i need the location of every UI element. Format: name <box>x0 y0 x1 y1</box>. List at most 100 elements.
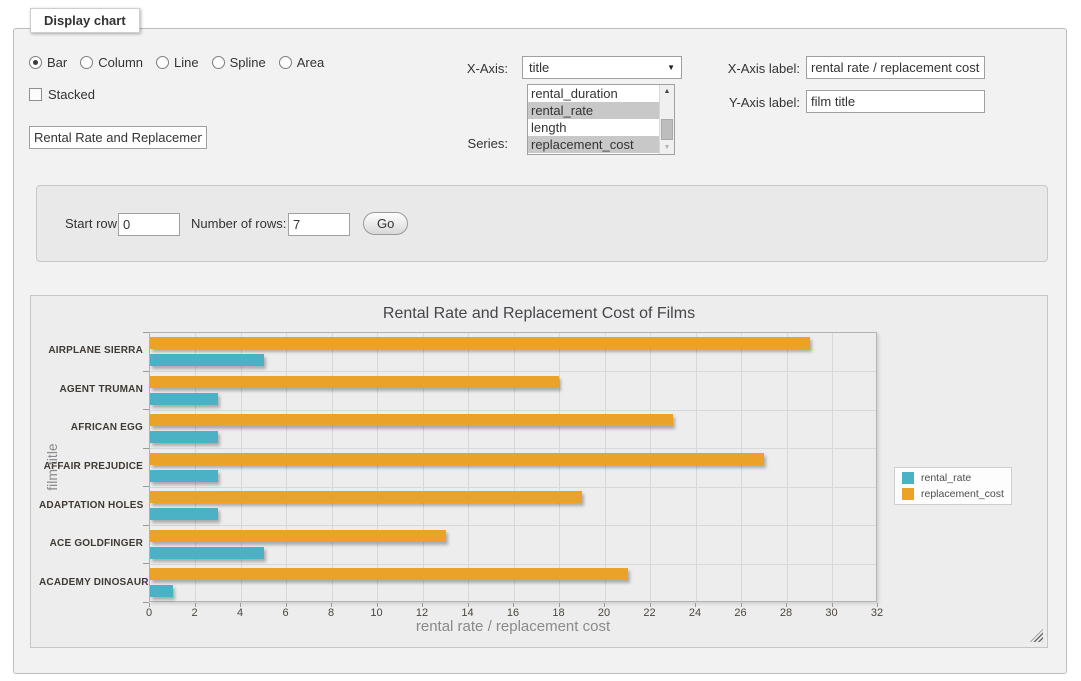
bar-row <box>150 372 876 411</box>
radio-line[interactable]: Line <box>156 55 199 70</box>
radio-label: Bar <box>47 55 67 70</box>
series-option-rental_duration[interactable]: rental_duration <box>528 85 659 102</box>
scrollbar-thumb[interactable] <box>661 119 673 140</box>
chevron-down-icon: ▼ <box>667 63 675 72</box>
x-axis-title: rental rate / replacement cost <box>149 618 877 635</box>
stacked-label: Stacked <box>48 87 95 102</box>
radio-label: Spline <box>230 55 266 70</box>
bar-row <box>150 333 876 372</box>
x-tick-mark <box>604 603 605 607</box>
x-tick-mark <box>741 603 742 607</box>
resize-handle-icon[interactable] <box>1030 629 1043 642</box>
num-rows-label: Number of rows: <box>191 216 286 232</box>
radio-icon <box>80 56 93 69</box>
page: Display chart Bar Column Line Spline Area St… <box>0 0 1081 681</box>
bar-rental_rate <box>150 547 264 559</box>
series-options: rental_durationrental_ratelengthreplacem… <box>528 85 659 154</box>
bar-rental_rate <box>150 508 218 520</box>
chart-legend: rental_ratereplacement_cost <box>894 467 1012 505</box>
radio-bar[interactable]: Bar <box>29 55 67 70</box>
bar-row <box>150 449 876 488</box>
bar-rental_rate <box>150 393 218 405</box>
x-axis-label-field-label: X-Axis label: <box>690 61 800 77</box>
num-rows-input[interactable] <box>288 213 350 236</box>
bar-replacement_cost <box>150 491 582 503</box>
series-option-length[interactable]: length <box>528 119 659 136</box>
x-tick-mark <box>286 603 287 607</box>
y-axis-title: film title <box>44 443 60 490</box>
x-tick-mark <box>786 603 787 607</box>
y-tick-mark <box>143 371 149 372</box>
bar-rental_rate <box>150 470 218 482</box>
row-controls-panel: Start row: Number of rows: Go <box>36 185 1048 262</box>
y-category-label: AFRICAN EGG <box>39 422 143 433</box>
legend-item-rental_rate: rental_rate <box>902 472 1004 484</box>
radio-icon <box>156 56 169 69</box>
bar-row <box>150 487 876 526</box>
radio-label: Area <box>297 55 324 70</box>
x-tick-mark <box>331 603 332 607</box>
y-tick-mark <box>143 409 149 410</box>
y-category-label: AGENT TRUMAN <box>39 384 143 395</box>
bar-rental_rate <box>150 585 173 597</box>
bar-replacement_cost <box>150 530 446 542</box>
bar-rental_rate <box>150 354 264 366</box>
x-tick-mark <box>422 603 423 607</box>
start-row-input[interactable] <box>118 213 180 236</box>
x-tick-mark <box>240 603 241 607</box>
chart-title-input[interactable] <box>29 126 207 149</box>
radio-label: Line <box>174 55 199 70</box>
x-axis-label-input[interactable] <box>806 56 985 79</box>
bar-replacement_cost <box>150 414 673 426</box>
radio-spline[interactable]: Spline <box>212 55 266 70</box>
y-tick-mark <box>143 486 149 487</box>
y-axis-label-input[interactable] <box>806 90 985 113</box>
start-row-label: Start row: <box>65 216 121 232</box>
plot-area <box>149 332 877 602</box>
bar-row <box>150 410 876 449</box>
series-option-replacement_cost[interactable]: replacement_cost <box>528 136 659 153</box>
radio-area[interactable]: Area <box>279 55 324 70</box>
x-tick-mark <box>559 603 560 607</box>
legend-label: rental_rate <box>921 472 971 484</box>
x-tick-mark <box>195 603 196 607</box>
bar-row <box>150 526 876 565</box>
series-scrollbar[interactable]: ▲ ▼ <box>659 85 674 154</box>
bar-replacement_cost <box>150 568 628 580</box>
bar-rental_rate <box>150 431 218 443</box>
radio-icon <box>212 56 225 69</box>
bar-replacement_cost <box>150 453 764 465</box>
legend-swatch <box>902 488 914 500</box>
bar-replacement_cost <box>150 376 559 388</box>
stacked-checkbox[interactable] <box>29 88 42 101</box>
radio-icon <box>279 56 292 69</box>
scroll-up-icon[interactable]: ▲ <box>660 85 674 98</box>
y-tick-mark <box>143 525 149 526</box>
radio-icon <box>29 56 42 69</box>
x-tick-mark <box>832 603 833 607</box>
go-button[interactable]: Go <box>363 212 408 235</box>
radio-column[interactable]: Column <box>80 55 143 70</box>
y-category-label: ACADEMY DINOSAUR <box>39 577 143 588</box>
x-tick-mark <box>377 603 378 607</box>
y-category-label: ACE GOLDFINGER <box>39 538 143 549</box>
series-option-rental_rate[interactable]: rental_rate <box>528 102 659 119</box>
radio-label: Column <box>98 55 143 70</box>
x-tick-mark <box>650 603 651 607</box>
series-listbox[interactable]: rental_durationrental_ratelengthreplacem… <box>527 84 675 155</box>
legend-swatch <box>902 472 914 484</box>
bar-row <box>150 564 876 603</box>
y-category-label: ADAPTATION HOLES <box>39 500 143 511</box>
y-tick-mark <box>143 332 149 333</box>
x-tick-mark <box>877 603 878 607</box>
chart-type-radio-group: Bar Column Line Spline Area <box>29 55 324 70</box>
scroll-down-icon[interactable]: ▼ <box>660 141 674 154</box>
y-tick-mark <box>143 448 149 449</box>
x-axis-select[interactable]: title ▼ <box>522 56 682 79</box>
y-category-label: AIRPLANE SIERRA <box>39 345 143 356</box>
x-tick-mark <box>468 603 469 607</box>
x-axis-select-label: X-Axis: <box>420 61 508 77</box>
stacked-checkbox-row[interactable]: Stacked <box>29 87 95 102</box>
y-axis-label-field-label: Y-Axis label: <box>690 95 800 111</box>
panel-legend: Display chart <box>30 8 140 33</box>
